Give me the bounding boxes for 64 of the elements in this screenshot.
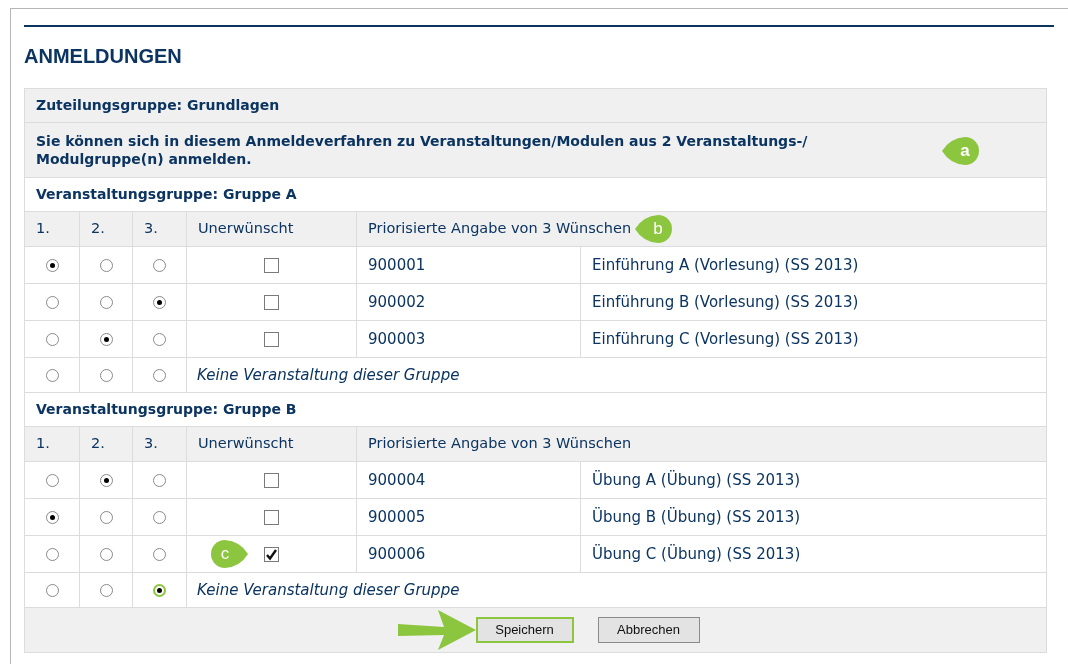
course-title: Einführung A (Vorlesung) (SS 2013) — [592, 255, 859, 274]
course-title: Einführung B (Vorlesung) (SS 2013) — [592, 292, 859, 311]
course-number: 900001 — [368, 255, 426, 274]
column-header: Priorisierte Angabe von 3 Wünschen — [368, 434, 632, 454]
radio-button[interactable] — [45, 548, 59, 562]
radio-button[interactable] — [153, 259, 166, 273]
column-header: 3. — [144, 219, 158, 239]
column-header: Unerwünscht — [198, 434, 294, 454]
radio-button[interactable] — [153, 296, 166, 310]
radio-button[interactable] — [45, 369, 59, 383]
radio-button[interactable] — [153, 511, 166, 525]
group-title: Zuteilungsgruppe: Grundlagen — [36, 97, 280, 113]
none-option-label: Keine Veranstaltung dieser Gruppe — [197, 580, 460, 599]
column-header: Unerwünscht — [198, 219, 294, 239]
radio-button[interactable] — [99, 474, 113, 488]
callout-badge: a — [940, 136, 981, 166]
button[interactable]: Speichern — [475, 617, 574, 643]
checkbox[interactable] — [264, 472, 279, 488]
radio-button[interactable] — [153, 474, 166, 488]
callout-badge: b — [633, 214, 674, 244]
radio-button[interactable] — [153, 584, 166, 598]
column-header: 3. — [144, 434, 158, 454]
radio-button[interactable] — [45, 584, 59, 598]
column-header: 2. — [91, 434, 105, 454]
radio-button[interactable] — [45, 474, 59, 488]
radio-button[interactable] — [45, 296, 59, 310]
checkbox[interactable] — [264, 546, 279, 562]
radio-button[interactable] — [45, 259, 59, 273]
course-title: Übung C (Übung) (SS 2013) — [592, 544, 801, 563]
notice-text: Sie können sich in diesem Anmeldeverfahren zu Veranstaltungen/Modulen aus 2 Veranstaltungs-/ Modulgruppe(n) anmelden. — [36, 132, 809, 168]
course-title: Übung B (Übung) (SS 2013) — [592, 507, 801, 526]
radio-button[interactable] — [99, 296, 113, 310]
radio-button[interactable] — [99, 511, 113, 525]
checkbox[interactable] — [264, 257, 279, 273]
radio-button[interactable] — [99, 259, 113, 273]
course-title: Einführung C (Vorlesung) (SS 2013) — [592, 329, 859, 348]
group-title: Veranstaltungsgruppe: Gruppe B — [36, 401, 297, 417]
checkbox[interactable] — [264, 294, 279, 310]
button[interactable]: Abbrechen — [597, 617, 700, 643]
column-header: 1. — [36, 434, 50, 454]
checkbox[interactable] — [264, 509, 279, 525]
radio-button[interactable] — [153, 369, 166, 383]
column-header: 1. — [36, 219, 50, 239]
checkbox[interactable] — [264, 331, 279, 347]
course-title: Übung A (Übung) (SS 2013) — [592, 470, 801, 489]
radio-button[interactable] — [99, 584, 113, 598]
radio-button[interactable] — [153, 333, 166, 347]
group-title: Veranstaltungsgruppe: Gruppe A — [36, 186, 297, 202]
course-number: 900006 — [368, 544, 426, 563]
radio-button[interactable] — [153, 548, 166, 562]
course-number: 900004 — [368, 470, 426, 489]
callout-badge: c — [210, 539, 250, 569]
none-option-label: Keine Veranstaltung dieser Gruppe — [197, 365, 460, 384]
radio-button[interactable] — [99, 333, 113, 347]
radio-button[interactable] — [99, 369, 113, 383]
column-header: Priorisierte Angabe von 3 Wünschen — [368, 219, 632, 239]
radio-button[interactable] — [99, 548, 113, 562]
course-number: 900005 — [368, 507, 426, 526]
page-heading: ANMELDUNGEN — [24, 44, 182, 69]
radio-button[interactable] — [45, 333, 59, 347]
course-number: 900002 — [368, 292, 426, 311]
column-header: 2. — [91, 219, 105, 239]
course-number: 900003 — [368, 329, 426, 348]
radio-button[interactable] — [45, 511, 59, 525]
